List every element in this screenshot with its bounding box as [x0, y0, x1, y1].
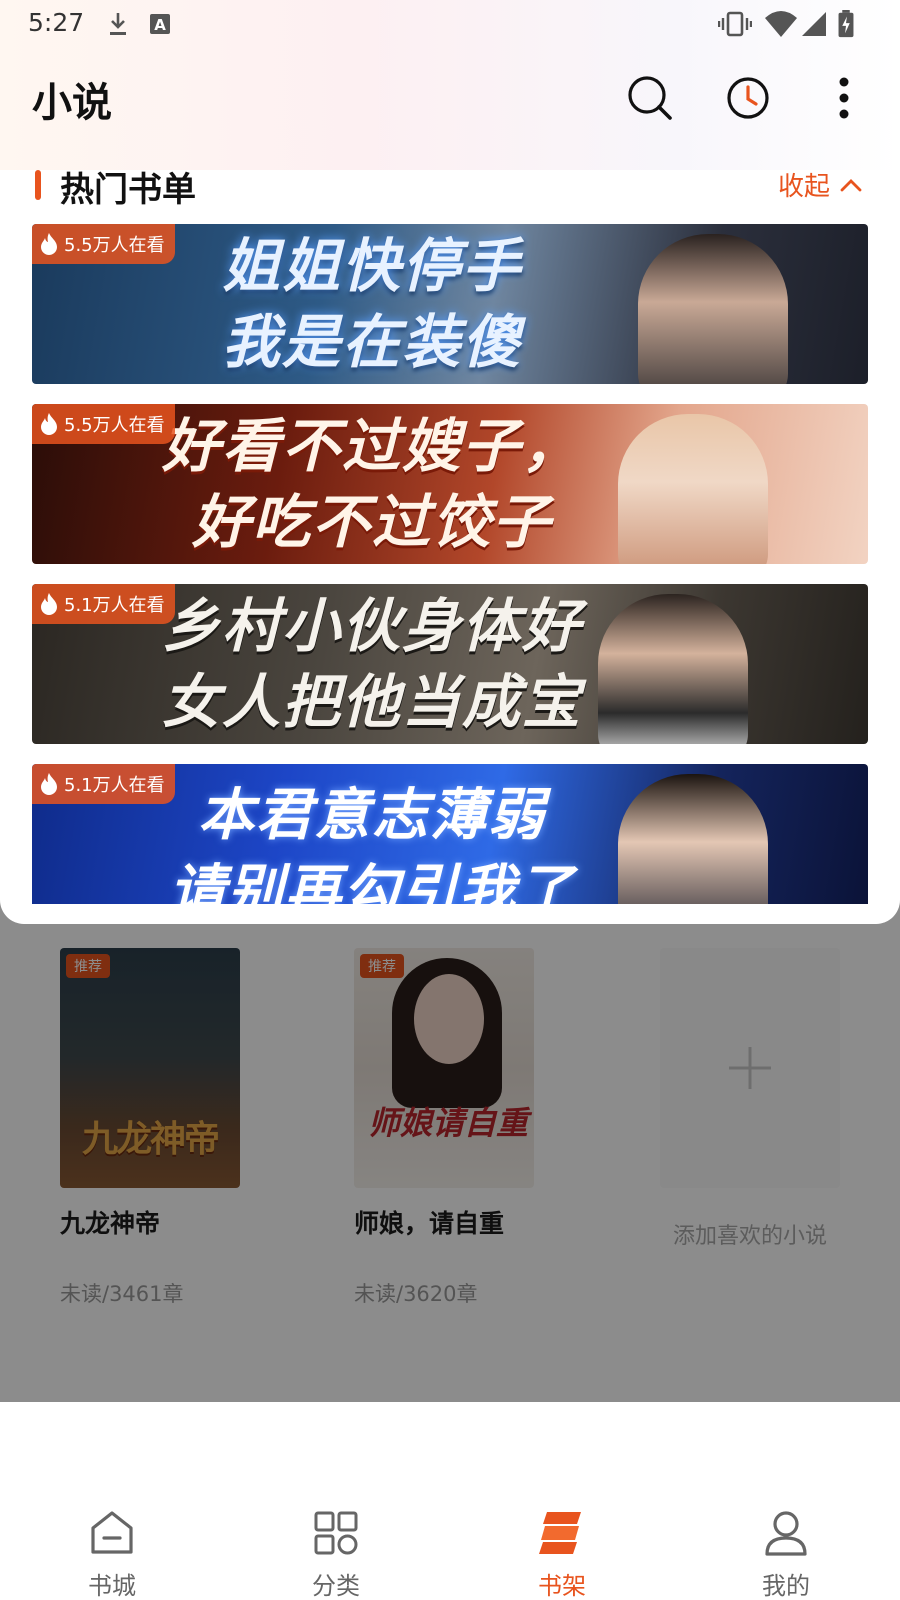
svg-text:A: A	[154, 16, 166, 34]
grid-icon	[314, 1511, 358, 1555]
profile-icon	[765, 1511, 807, 1556]
nav-item-category[interactable]: 分类	[276, 1508, 396, 1600]
status-bar: 5:27 A	[0, 0, 900, 48]
more-vert-icon	[839, 77, 849, 119]
fire-icon	[41, 773, 57, 795]
screen: 推荐 九龙神帝 九龙神帝 未读/3461章 推荐 师娘请自重 师娘，请自重 未读…	[0, 0, 900, 1600]
banner-character-art	[638, 234, 788, 384]
vibrate-icon	[718, 11, 752, 37]
collapse-label: 收起	[778, 172, 831, 202]
app-bar: 小说	[0, 48, 900, 148]
hot-booklist-sheet: 5:27 A 小说 热门书单 收起 姐姐快停手 我是在装傻 5.5万人在看 好看…	[0, 0, 900, 924]
banner-title-line: 好吃不过饺子	[191, 488, 552, 556]
heat-count: 5.5万人在看	[64, 235, 165, 256]
banner-title: 乡村小伙身体好 女人把他当成宝	[92, 584, 652, 744]
section-title: 热门书单	[60, 170, 196, 210]
section-accent-bar	[35, 170, 41, 200]
cell-signal-icon	[802, 12, 826, 36]
heat-badge: 5.5万人在看	[32, 404, 175, 444]
status-time: 5:27	[28, 8, 85, 37]
wifi-icon	[765, 11, 797, 37]
home-icon	[91, 1511, 133, 1554]
booklist-banner[interactable]: 姐姐快停手 我是在装傻 5.5万人在看	[32, 224, 868, 384]
banner-title-line: 姐姐快停手	[221, 232, 522, 300]
history-clock-icon	[727, 77, 769, 119]
banner-title: 好看不过嫂子， 好吃不过饺子	[92, 404, 652, 564]
heat-badge: 5.1万人在看	[32, 764, 175, 804]
nav-label: 书城	[88, 1572, 136, 1600]
heat-count: 5.1万人在看	[64, 595, 165, 616]
heat-count: 5.5万人在看	[64, 415, 165, 436]
banner-title-line: 乡村小伙身体好	[161, 592, 582, 660]
search-icon	[628, 76, 672, 120]
fire-icon	[41, 233, 57, 255]
nav-item-profile[interactable]: 我的	[726, 1508, 846, 1600]
banner-title-line: 本君意志薄弱	[198, 783, 546, 848]
history-button[interactable]	[722, 72, 774, 124]
fire-icon	[41, 593, 57, 615]
banner-title-line: 女人把他当成宝	[161, 668, 582, 736]
booklist-banner[interactable]: 好看不过嫂子， 好吃不过饺子 5.5万人在看	[32, 404, 868, 564]
section-header: 热门书单 收起	[0, 158, 900, 210]
download-icon	[110, 13, 126, 35]
bookshelf-icon	[539, 1512, 581, 1554]
page-title: 小说	[32, 79, 112, 126]
chevron-up-icon	[840, 178, 862, 191]
booklist-banners: 姐姐快停手 我是在装傻 5.5万人在看 好看不过嫂子， 好吃不过饺子 5.5万人…	[32, 224, 868, 904]
battery-charging-icon	[838, 10, 854, 38]
banner-title: 本君意志薄弱 请别再勾引我了	[92, 764, 652, 904]
fire-icon	[41, 413, 57, 435]
more-button[interactable]	[818, 72, 870, 124]
search-button[interactable]	[624, 72, 676, 124]
heat-badge: 5.5万人在看	[32, 224, 175, 264]
nav-label: 书架	[538, 1572, 586, 1600]
banner-title: 姐姐快停手 我是在装傻	[92, 224, 652, 384]
banner-title-line: 请别再勾引我了	[169, 859, 575, 904]
banner-title-line: 我是在装傻	[221, 308, 522, 376]
nav-label: 分类	[312, 1572, 360, 1600]
heat-count: 5.1万人在看	[64, 775, 165, 796]
booklist-banner[interactable]: 本君意志薄弱 请别再勾引我了 5.1万人在看	[32, 764, 868, 904]
collapse-button[interactable]: 收起	[778, 166, 862, 203]
bottom-nav: 书城 分类 书架 我的	[0, 1402, 900, 1600]
nav-item-bookstore[interactable]: 书城	[52, 1508, 172, 1600]
keyboard-a-icon: A	[150, 14, 170, 34]
nav-item-bookshelf[interactable]: 书架	[502, 1508, 622, 1600]
heat-badge: 5.1万人在看	[32, 584, 175, 624]
banner-title-line: 好看不过嫂子，	[161, 412, 582, 480]
nav-label: 我的	[762, 1572, 810, 1600]
booklist-banner[interactable]: 乡村小伙身体好 女人把他当成宝 5.1万人在看	[32, 584, 868, 744]
